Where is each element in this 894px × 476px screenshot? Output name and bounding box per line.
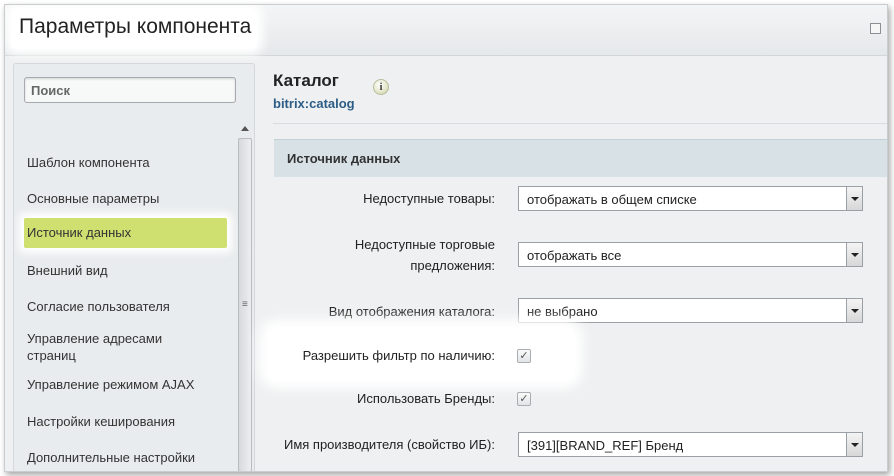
section-header: Источник данных xyxy=(274,139,887,177)
chevron-down-icon[interactable] xyxy=(846,187,862,210)
sidebar-item-caching[interactable]: Настройки кеширования xyxy=(27,413,227,430)
sidebar-item-additional[interactable]: Дополнительные настройки xyxy=(27,449,227,466)
sidebar-scrollbar[interactable]: ≡ xyxy=(238,126,252,471)
chevron-down-icon[interactable] xyxy=(846,243,862,266)
use-brands-label: Использовать Бренды: xyxy=(357,391,495,406)
sidebar-item-ajax-mode[interactable]: Управление режимом AJAX xyxy=(27,376,227,393)
sidebar: Шаблон компонента Основные параметры Ист… xyxy=(13,63,255,471)
search-input[interactable] xyxy=(24,77,236,103)
select-value: не выбрано xyxy=(527,304,598,319)
chevron-down-icon[interactable] xyxy=(846,433,862,456)
header-divider xyxy=(273,123,887,124)
unavailable-goods-label: Недоступные товары: xyxy=(363,191,495,206)
use-brands-checkbox[interactable]: ✓ xyxy=(517,392,531,406)
sidebar-item-appearance[interactable]: Внешний вид xyxy=(27,262,227,279)
scroll-thumb[interactable]: ≡ xyxy=(238,138,252,471)
select-value: [391][BRAND_REF] Бренд xyxy=(527,438,684,453)
manufacturer-select[interactable]: [391][BRAND_REF] Бренд xyxy=(518,432,863,457)
chevron-down-icon[interactable] xyxy=(846,299,862,322)
sidebar-item-data-source[interactable]: Источник данных xyxy=(24,218,227,248)
catalog-view-select[interactable]: не выбрано xyxy=(518,298,863,323)
sidebar-item-user-consent[interactable]: Согласие пользователя xyxy=(27,298,227,315)
component-title: Каталог xyxy=(273,71,339,90)
unavailable-offers-select[interactable]: отображать все xyxy=(518,242,863,267)
manufacturer-label: Имя производителя (свойство ИБ): xyxy=(283,437,495,452)
sidebar-item-main-params[interactable]: Основные параметры xyxy=(27,190,227,207)
info-icon[interactable]: i xyxy=(373,79,389,95)
select-value: отображать все xyxy=(527,248,622,263)
section-title: Источник данных xyxy=(287,151,401,166)
select-value: отображать в общем списке xyxy=(527,192,697,207)
window-title: Параметры компонента xyxy=(19,15,252,38)
scroll-up-arrow-icon[interactable] xyxy=(241,126,249,131)
titlebar: Параметры компонента xyxy=(5,5,887,56)
component-code: bitrix:catalog xyxy=(273,96,355,111)
catalog-view-label: Вид отображения каталога: xyxy=(328,304,495,319)
sidebar-item-url-management[interactable]: Управление адресами страниц xyxy=(27,330,197,364)
unavailable-offers-label-line2: предложения: xyxy=(410,258,495,273)
allow-filter-label: Разрешить фильтр по наличию: xyxy=(302,348,495,363)
scroll-grip-icon: ≡ xyxy=(242,299,248,310)
unavailable-offers-label-line1: Недоступные торговые xyxy=(354,237,495,252)
component-parameters-window: Параметры компонента Шаблон компонента О… xyxy=(4,4,888,472)
sidebar-item-template[interactable]: Шаблон компонента xyxy=(27,154,227,171)
allow-filter-checkbox[interactable]: ✓ xyxy=(517,349,531,363)
unavailable-goods-select[interactable]: отображать в общем списке xyxy=(518,186,863,211)
minimize-button[interactable] xyxy=(870,23,881,34)
